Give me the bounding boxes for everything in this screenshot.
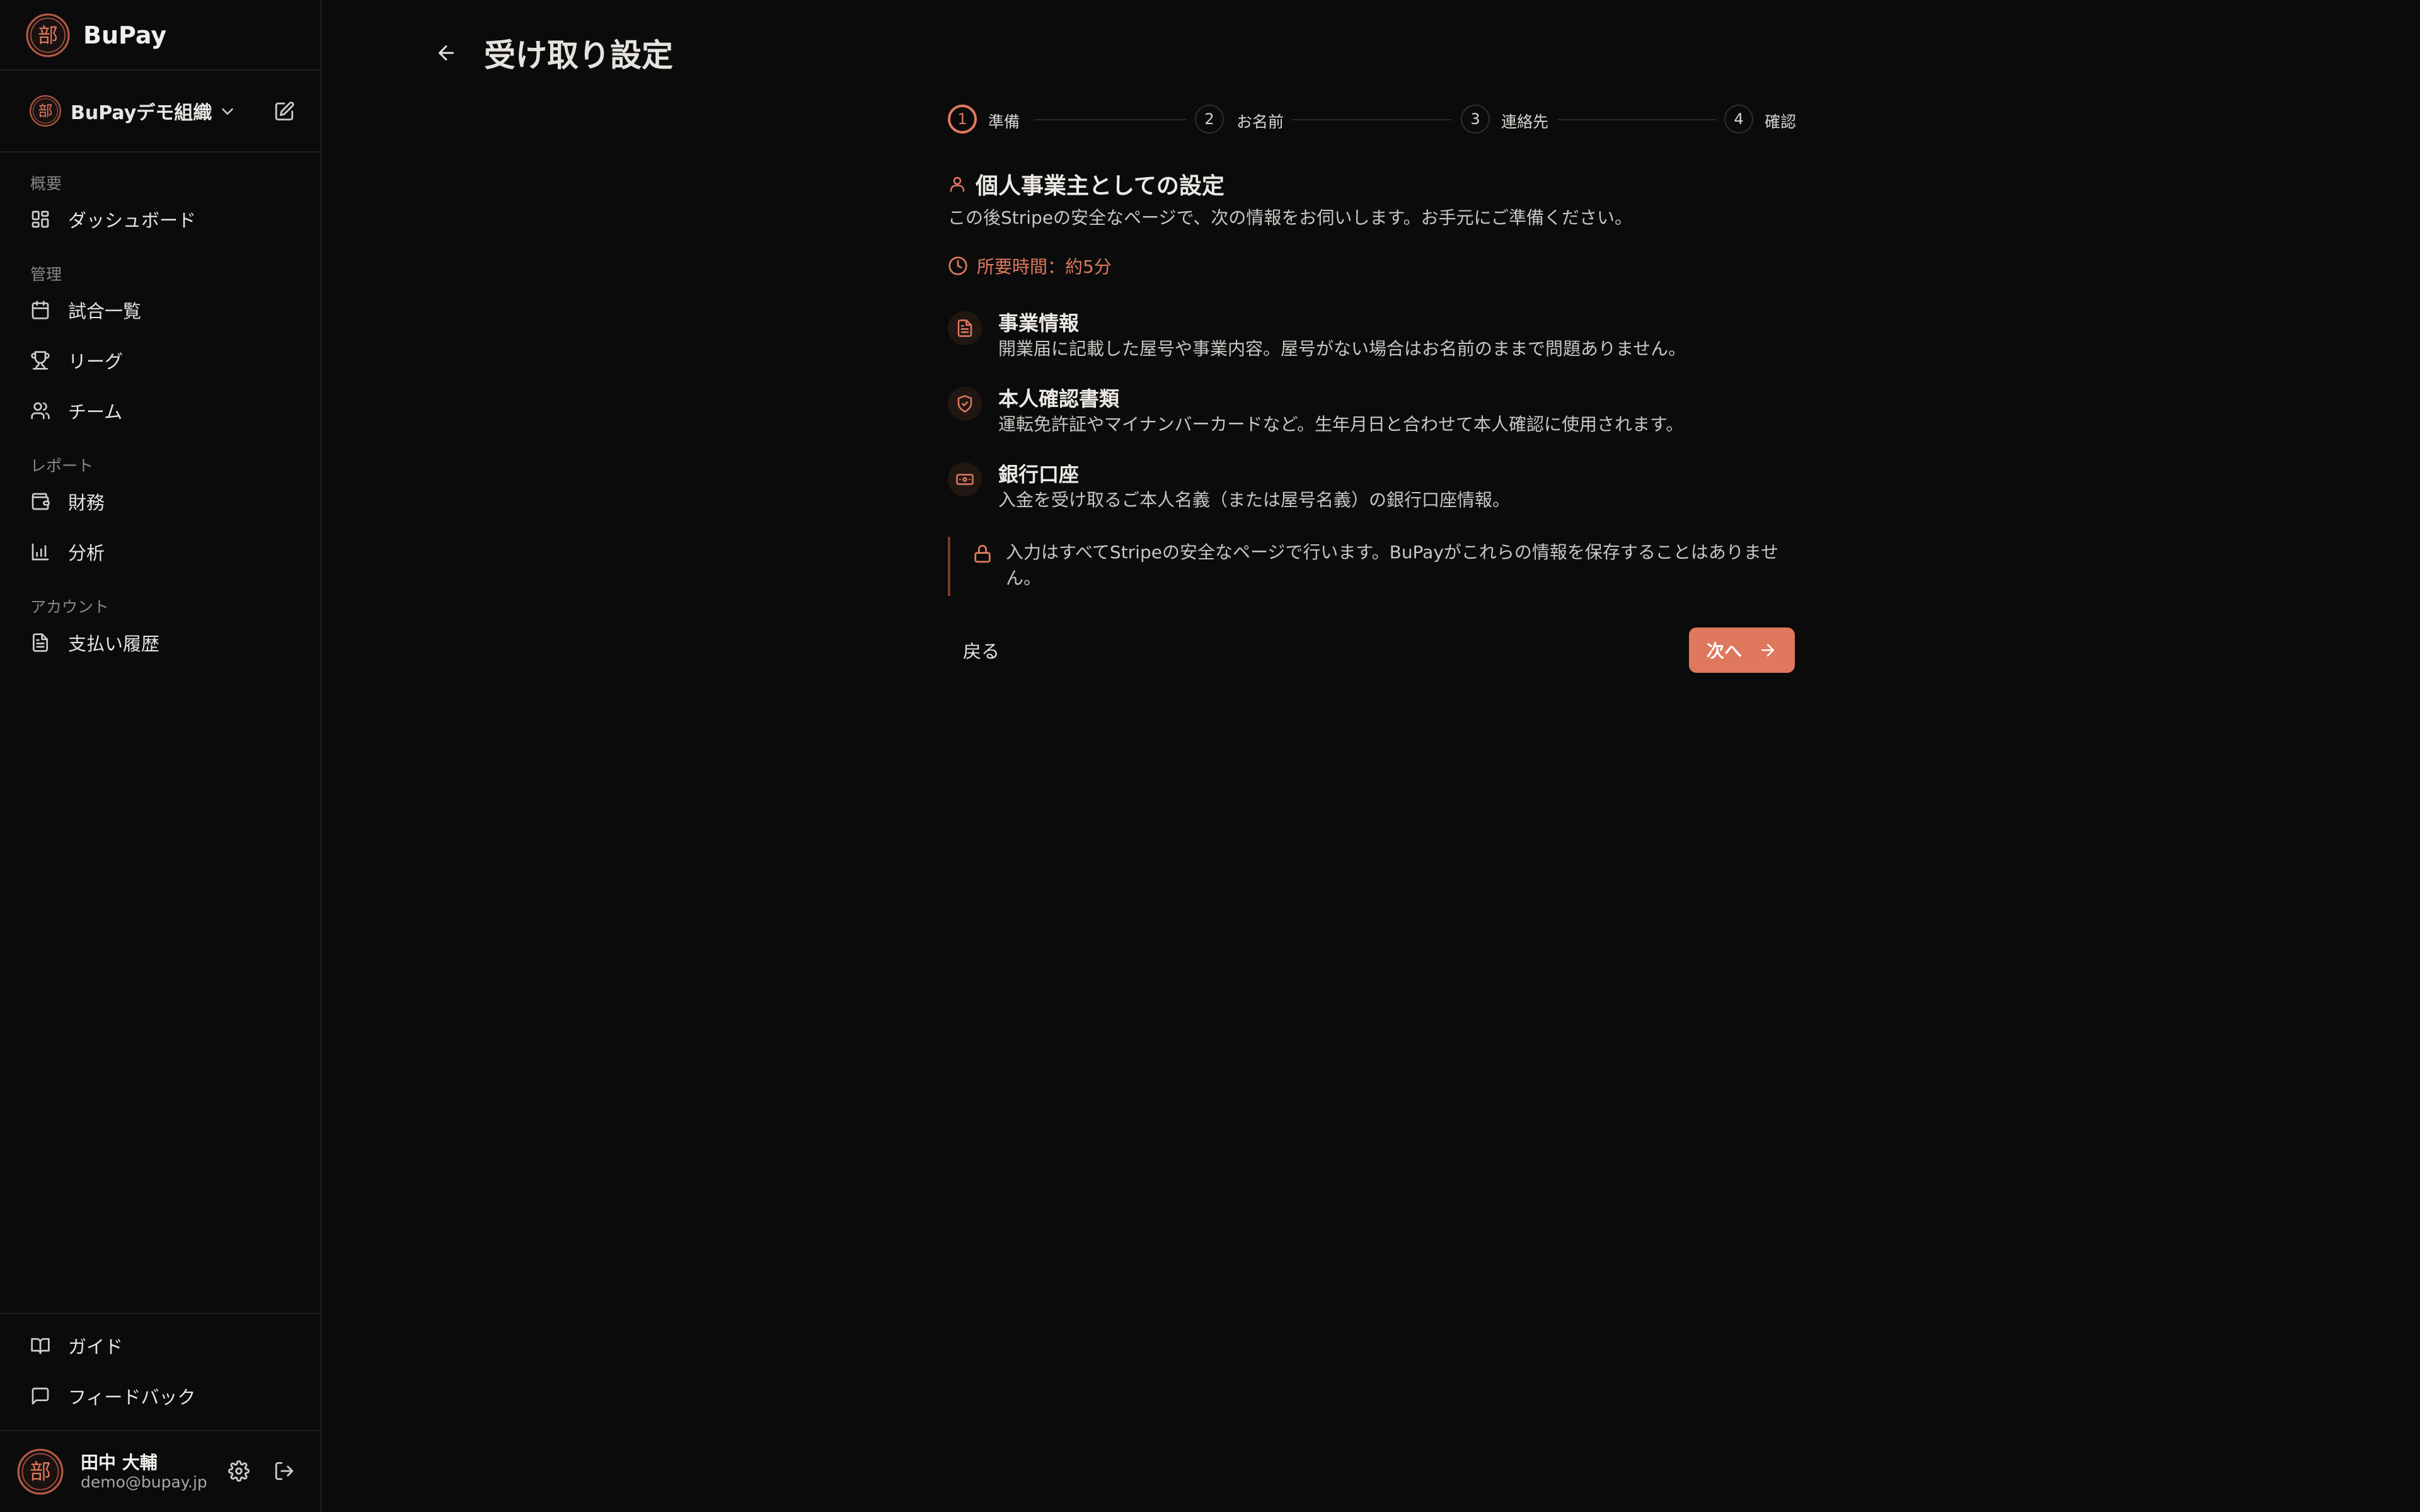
book-icon — [31, 1338, 50, 1354]
section-description: この後Stripeの安全なページで、次の情報をお伺いします。お手元にご準備くださ… — [948, 207, 1633, 228]
next-button-label: 次へ — [1706, 641, 1742, 662]
section-label-manage: 管理 — [30, 265, 62, 284]
section-heading-text: 個人事業主としての設定 — [976, 173, 1224, 199]
avatar[interactable]: 部 — [16, 1448, 64, 1496]
requirement-bank-account: 銀行口座 入金を受け取るご本人名義（または屋号名義）の銀行口座情報。 — [948, 459, 1830, 522]
back-arrow-icon[interactable] — [435, 42, 458, 64]
divider — [0, 69, 320, 71]
org-switcher[interactable]: 部 BuPayデモ組織 — [29, 93, 300, 129]
sidebar-item-guide[interactable]: ガイド — [30, 1328, 295, 1363]
user-profile: 部 田中 大輔 demo@bupay.jp — [16, 1444, 306, 1498]
sidebar-item-feedback[interactable]: フィードバック — [30, 1378, 295, 1414]
sidebar-item-league[interactable]: リーグ — [30, 343, 295, 378]
sidebar-item-finance[interactable]: 財務 — [30, 484, 295, 519]
message-icon — [32, 1387, 49, 1405]
brand-name: BuPay — [83, 21, 167, 49]
lock-icon — [974, 544, 991, 563]
user-email: demo@bupay.jp — [81, 1473, 207, 1491]
user-name: 田中 大輔 — [81, 1452, 158, 1473]
sidebar-item-label: リーグ — [68, 351, 124, 372]
sidebar: 部 BuPay 部 BuPayデモ組織 概要 ダッシュボード 管理 試合一覧 リ… — [0, 0, 321, 1512]
step-2-label: お名前 — [1236, 113, 1284, 131]
bar-chart-icon — [32, 543, 49, 561]
org-name: BuPayデモ組織 — [71, 102, 212, 124]
next-button[interactable]: 次へ — [1689, 627, 1795, 673]
requirement-description: 入金を受け取るご本人名義（または屋号名義）の銀行口座情報。 — [998, 490, 1511, 510]
users-icon — [31, 402, 50, 420]
section-heading: 個人事業主としての設定 — [948, 168, 1224, 200]
sidebar-item-label: 分析 — [68, 542, 105, 564]
section-label-reports: レポート — [30, 457, 94, 475]
requirement-description: 運転免許証やマイナンバーカードなど。生年月日と合わせて本人確認に使用されます。 — [998, 414, 1684, 435]
sidebar-item-team[interactable]: チーム — [30, 393, 295, 428]
arrow-right-icon — [1761, 644, 1774, 656]
section-label-account: アカウント — [30, 598, 110, 616]
document-icon — [957, 319, 972, 337]
requirement-icon — [948, 462, 982, 496]
requirement-icon — [948, 311, 982, 345]
time-estimate: 所要時間：約5分 — [948, 253, 1112, 278]
logout-icon[interactable] — [274, 1460, 295, 1482]
divider — [0, 151, 320, 152]
security-notice-text: 入力はすべてStripeの安全なページで行います。BuPayがこれらの情報を保存… — [1006, 542, 1779, 588]
step-1-circle: 1 — [948, 105, 977, 134]
wallet-icon — [32, 493, 50, 510]
step-3-label: 連絡先 — [1501, 113, 1549, 131]
step-connector — [1558, 119, 1717, 120]
step-3-circle: 3 — [1461, 105, 1490, 134]
sidebar-item-label: ダッシュボード — [68, 210, 197, 231]
divider — [0, 1313, 320, 1314]
step-1-label: 準備 — [988, 113, 1020, 131]
banknote-icon — [956, 474, 974, 485]
sidebar-item-label: チーム — [68, 401, 123, 423]
user-icon — [950, 176, 965, 192]
sidebar-item-dashboard[interactable]: ダッシュボード — [30, 202, 295, 237]
page-title: 受け取り設定 — [484, 37, 673, 74]
requirement-title: 事業情報 — [998, 311, 1080, 335]
section-label-overview: 概要 — [30, 175, 62, 193]
chevron-down-icon[interactable] — [218, 102, 237, 121]
shield-check-icon — [957, 395, 972, 413]
requirement-description: 開業届に記載した屋号や事業内容。屋号がない場合はお名前のままで問題ありません。 — [998, 338, 1686, 359]
security-notice: 入力はすべてStripeの安全なページで行います。BuPayがこれらの情報を保存… — [948, 537, 1797, 596]
sidebar-item-label: ガイド — [68, 1336, 124, 1358]
sidebar-item-label: 支払い履歴 — [68, 633, 160, 655]
org-logo-icon: 部 — [30, 95, 61, 127]
step-connector — [1292, 119, 1452, 120]
sidebar-item-analytics[interactable]: 分析 — [30, 534, 295, 570]
document-icon — [33, 633, 48, 652]
sidebar-item-label: 試合一覧 — [68, 301, 142, 322]
requirement-business-info: 事業情報 開業届に記載した屋号や事業内容。屋号がない場合はお名前のままで問題あり… — [948, 307, 1830, 370]
divider — [0, 1430, 320, 1431]
clock-icon — [948, 256, 967, 275]
dashboard-icon — [32, 210, 49, 228]
requirement-icon — [948, 387, 982, 421]
step-4-circle: 4 — [1724, 105, 1753, 134]
back-button-label: 戻る — [963, 641, 1000, 662]
requirement-title: 本人確認書類 — [998, 387, 1120, 411]
sidebar-item-label: 財務 — [68, 492, 105, 513]
gear-icon[interactable] — [228, 1460, 250, 1482]
step-2-circle: 2 — [1195, 105, 1224, 134]
time-estimate-text: 所要時間：約5分 — [977, 256, 1112, 277]
stepper: 1 準備 2 お名前 3 連絡先 4 確認 — [948, 105, 1797, 136]
calendar-icon — [32, 301, 49, 319]
svg-text:部: 部 — [38, 23, 58, 47]
svg-text:部: 部 — [30, 1460, 51, 1484]
requirement-identity-documents: 本人確認書類 運転免許証やマイナンバーカードなど。生年月日と合わせて本人確認に使… — [948, 383, 1830, 446]
step-4-label: 確認 — [1765, 113, 1797, 131]
trophy-icon — [31, 351, 50, 370]
sidebar-item-payment-history[interactable]: 支払い履歴 — [30, 625, 295, 660]
step-connector — [1035, 119, 1186, 120]
svg-text:部: 部 — [38, 103, 52, 120]
back-button[interactable]: 戻る — [948, 627, 1015, 673]
edit-icon[interactable] — [274, 101, 295, 122]
sidebar-item-matches[interactable]: 試合一覧 — [30, 292, 295, 328]
sidebar-item-label: フィードバック — [68, 1387, 196, 1408]
brand-logo-icon: 部 — [26, 13, 70, 57]
brand[interactable]: 部 BuPay — [25, 13, 166, 58]
requirement-title: 銀行口座 — [998, 462, 1080, 486]
